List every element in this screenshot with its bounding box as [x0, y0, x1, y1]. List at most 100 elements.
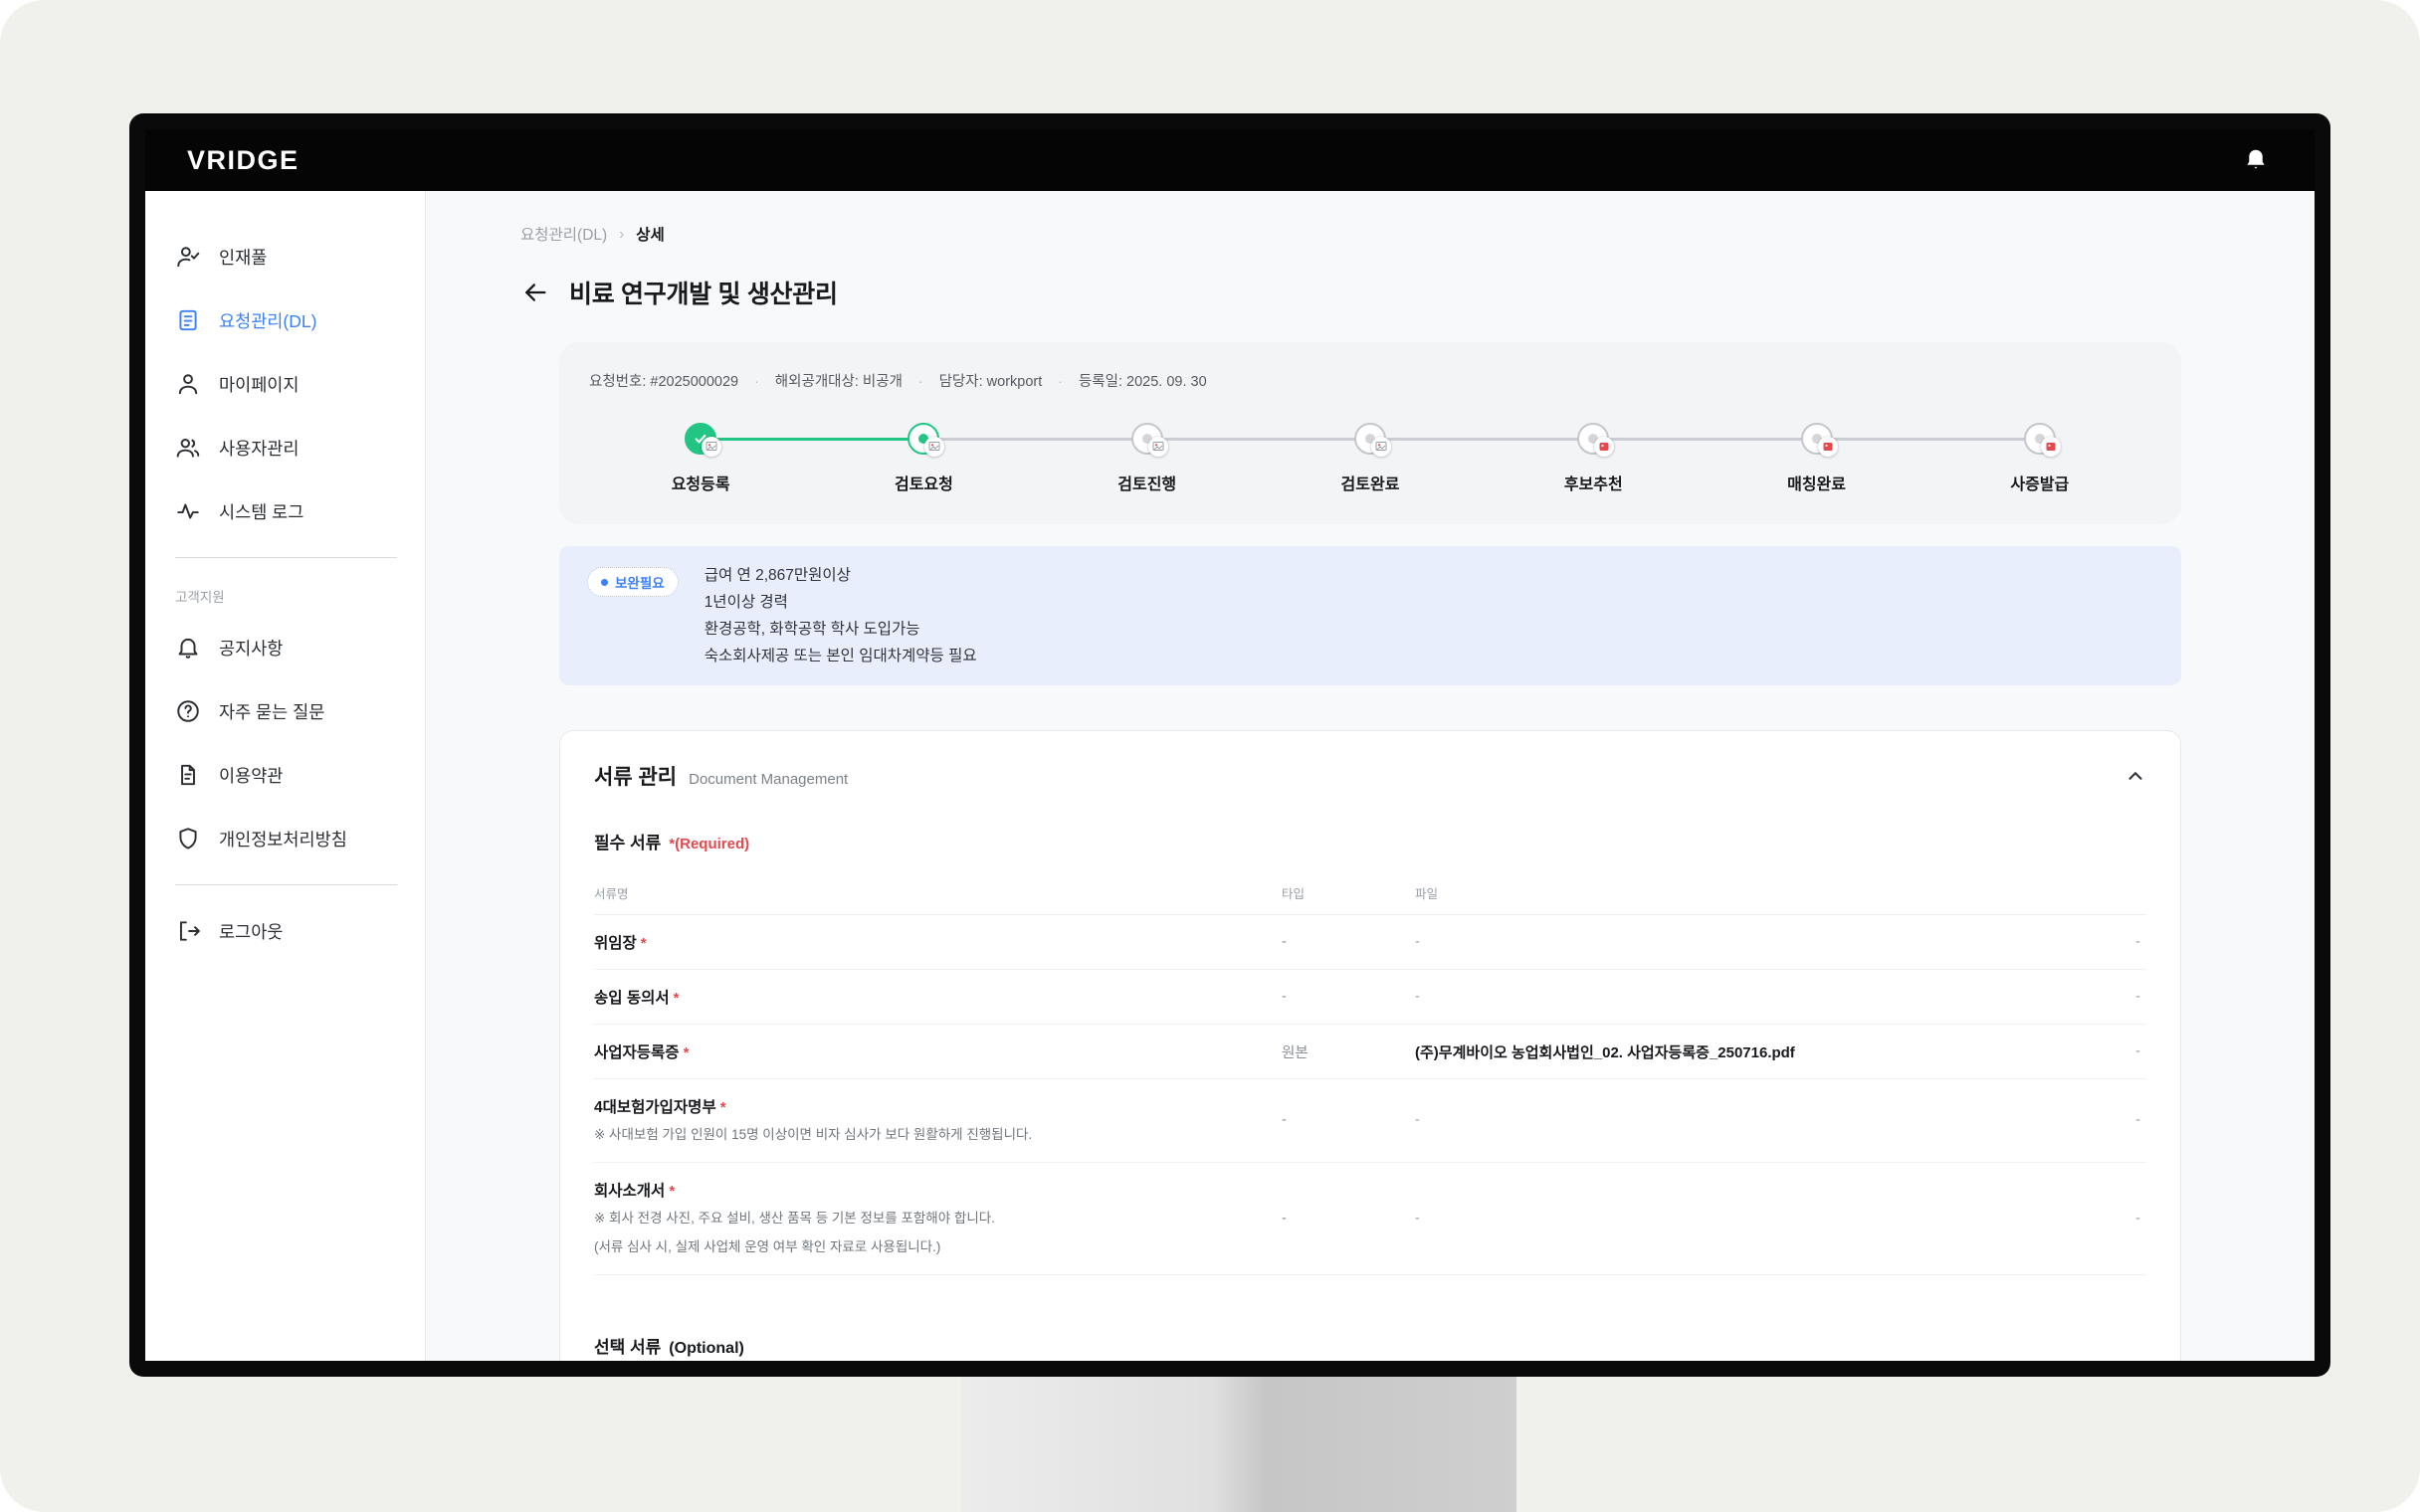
step-label: 사증발급 — [2010, 471, 2069, 494]
row-action: - — [2101, 989, 2146, 1005]
sidebar-item-faq[interactable]: 자주 묻는 질문 — [145, 679, 425, 743]
broken-image-red-icon — [1594, 437, 1614, 457]
document-note: ※ 사대보험 가입 인원이 15명 이상이면 비자 심사가 보다 원활하게 진행… — [594, 1125, 1282, 1146]
app-window: VRIDGE 인재풀 요청관리(DL — [145, 129, 2315, 1361]
required-star: * — [684, 1044, 690, 1061]
document-type: - — [1282, 989, 1415, 1005]
document-name: 4대보험가입자명부 — [594, 1099, 716, 1116]
sidebar: 인재풀 요청관리(DL) 마이페이지 사용자관리 — [145, 191, 426, 1361]
document-type: - — [1282, 1211, 1415, 1227]
sidebar-item-label: 마이페이지 — [219, 372, 300, 397]
registered-date: 등록일: 2025. 09. 30 — [1079, 370, 1207, 391]
clipboard-icon — [175, 307, 201, 333]
required-mark: *(Required) — [669, 836, 749, 852]
request-number: 요청번호: #2025000029 — [589, 370, 738, 391]
step-label: 매칭완료 — [1787, 471, 1846, 494]
required-star: * — [674, 990, 680, 1007]
document-file: - — [1415, 989, 2101, 1005]
manager: 담당자: workport — [939, 370, 1043, 391]
vridge-logo: VRIDGE — [187, 145, 300, 176]
document-name: 사업자등록증 — [594, 1044, 680, 1061]
optional-documents-heading: 선택 서류 (Optional) — [594, 1333, 2146, 1358]
status-badge: 보완필요 — [587, 567, 679, 597]
breadcrumb-parent[interactable]: 요청관리(DL) — [520, 223, 607, 245]
page-background: VRIDGE 인재풀 요청관리(DL — [0, 0, 2420, 1512]
row-action: - — [2101, 934, 2146, 950]
progress-stepper: 요청등록 검토요청 — [589, 423, 2151, 494]
column-name: 서류명 — [594, 883, 1282, 902]
sidebar-item-notices[interactable]: 공지사항 — [145, 616, 425, 679]
document-type: 원본 — [1282, 1041, 1415, 1062]
document-management-card: 서류 관리 Document Management 필수 서류 *(Requir… — [559, 730, 2181, 1361]
sidebar-item-request-management[interactable]: 요청관리(DL) — [145, 288, 425, 352]
breadcrumb-current: 상세 — [636, 223, 665, 245]
requirement-line: 급여 연 2,867만원이상 — [705, 562, 977, 589]
document-note: (서류 심사 시, 실제 사업체 운영 여부 확인 자료로 사용됩니다.) — [594, 1237, 1282, 1258]
breadcrumb: 요청관리(DL) › 상세 — [520, 223, 2315, 245]
top-bar: VRIDGE — [145, 129, 2315, 191]
sidebar-item-label: 요청관리(DL) — [219, 308, 316, 333]
sidebar-section-label: 고객지원 — [145, 572, 425, 616]
activity-icon — [175, 498, 201, 524]
required-documents-table: 서류명 타입 파일 위임장* - - - — [594, 873, 2146, 1275]
bell-icon — [2243, 147, 2269, 173]
table-row: 위임장* - - - — [594, 915, 2146, 970]
help-circle-icon — [175, 698, 201, 724]
chevron-up-icon — [2124, 765, 2146, 787]
document-file-link[interactable]: (주)무계바이오 농업회사법인_02. 사업자등록증_250716.pdf — [1415, 1041, 2101, 1062]
sidebar-item-system-log[interactable]: 시스템 로그 — [145, 479, 425, 543]
sidebar-item-label: 자주 묻는 질문 — [219, 699, 324, 724]
broken-image-red-icon — [1818, 437, 1838, 457]
step-label: 검토진행 — [1117, 471, 1176, 494]
step-request-registered: 요청등록 — [589, 423, 812, 494]
collapse-card-button[interactable] — [2124, 765, 2146, 787]
step-review-complete: 검토완료 — [1259, 423, 1482, 494]
step-label: 검토요청 — [895, 471, 953, 494]
bell-icon — [175, 635, 201, 661]
document-type: - — [1282, 934, 1415, 950]
sidebar-item-talent-pool[interactable]: 인재풀 — [145, 225, 425, 288]
step-review-in-progress: 검토진행 — [1036, 423, 1259, 494]
sidebar-item-label: 시스템 로그 — [219, 499, 303, 524]
step-review-requested: 검토요청 — [812, 423, 1035, 494]
notifications-button[interactable] — [2243, 147, 2269, 173]
broken-image-icon — [1148, 437, 1168, 457]
back-arrow-icon[interactable] — [521, 279, 549, 306]
sidebar-item-terms[interactable]: 이용약관 — [145, 743, 425, 807]
sidebar-item-my-page[interactable]: 마이페이지 — [145, 352, 425, 416]
row-action: - — [2101, 1112, 2146, 1128]
sidebar-item-logout[interactable]: 로그아웃 — [145, 899, 425, 963]
sidebar-divider — [175, 557, 397, 558]
table-row: 사업자등록증* 원본 (주)무계바이오 농업회사법인_02. 사업자등록증_25… — [594, 1025, 2146, 1079]
sidebar-item-label: 로그아웃 — [219, 919, 283, 944]
column-type: 타입 — [1282, 883, 1415, 902]
card-subtitle: Document Management — [689, 771, 848, 788]
broken-image-icon — [702, 437, 721, 457]
document-name: 위임장 — [594, 935, 637, 952]
step-label: 후보추천 — [1564, 471, 1623, 494]
table-row: 회사소개서* ※ 회사 전경 사진, 주요 설비, 생산 품목 등 기본 정보를… — [594, 1163, 2146, 1275]
document-name: 회사소개서 — [594, 1183, 665, 1200]
requirement-line: 숙소회사제공 또는 본인 임대차계약등 필요 — [705, 643, 977, 669]
optional-mark: (Optional) — [669, 1340, 744, 1358]
step-candidate-recommendation: 후보추천 — [1482, 423, 1705, 494]
broken-image-icon — [1371, 437, 1391, 457]
user-check-icon — [175, 244, 201, 270]
sidebar-item-label: 공지사항 — [219, 636, 283, 661]
document-file: - — [1415, 1112, 2101, 1128]
broken-image-icon — [924, 437, 944, 457]
sidebar-item-label: 이용약관 — [219, 763, 283, 788]
users-icon — [175, 435, 201, 461]
monitor-frame: VRIDGE 인재풀 요청관리(DL — [129, 113, 2330, 1377]
column-file: 파일 — [1415, 883, 2101, 902]
file-text-icon — [175, 762, 201, 788]
overseas-disclosure: 해외공개대상: 비공개 — [775, 370, 903, 391]
sidebar-item-user-management[interactable]: 사용자관리 — [145, 416, 425, 479]
supplement-needed-box: 보완필요 급여 연 2,867만원이상 1년이상 경력 환경공학, 화학공학 학… — [559, 546, 2181, 685]
user-icon — [175, 371, 201, 397]
step-visa-issuance: 사증발급 — [1928, 423, 2151, 494]
monitor-stand — [961, 1377, 1516, 1512]
sidebar-item-privacy-policy[interactable]: 개인정보처리방침 — [145, 807, 425, 870]
requirement-lines: 급여 연 2,867만원이상 1년이상 경력 환경공학, 화학공학 학사 도입가… — [705, 562, 977, 669]
requirement-line: 1년이상 경력 — [705, 589, 977, 616]
